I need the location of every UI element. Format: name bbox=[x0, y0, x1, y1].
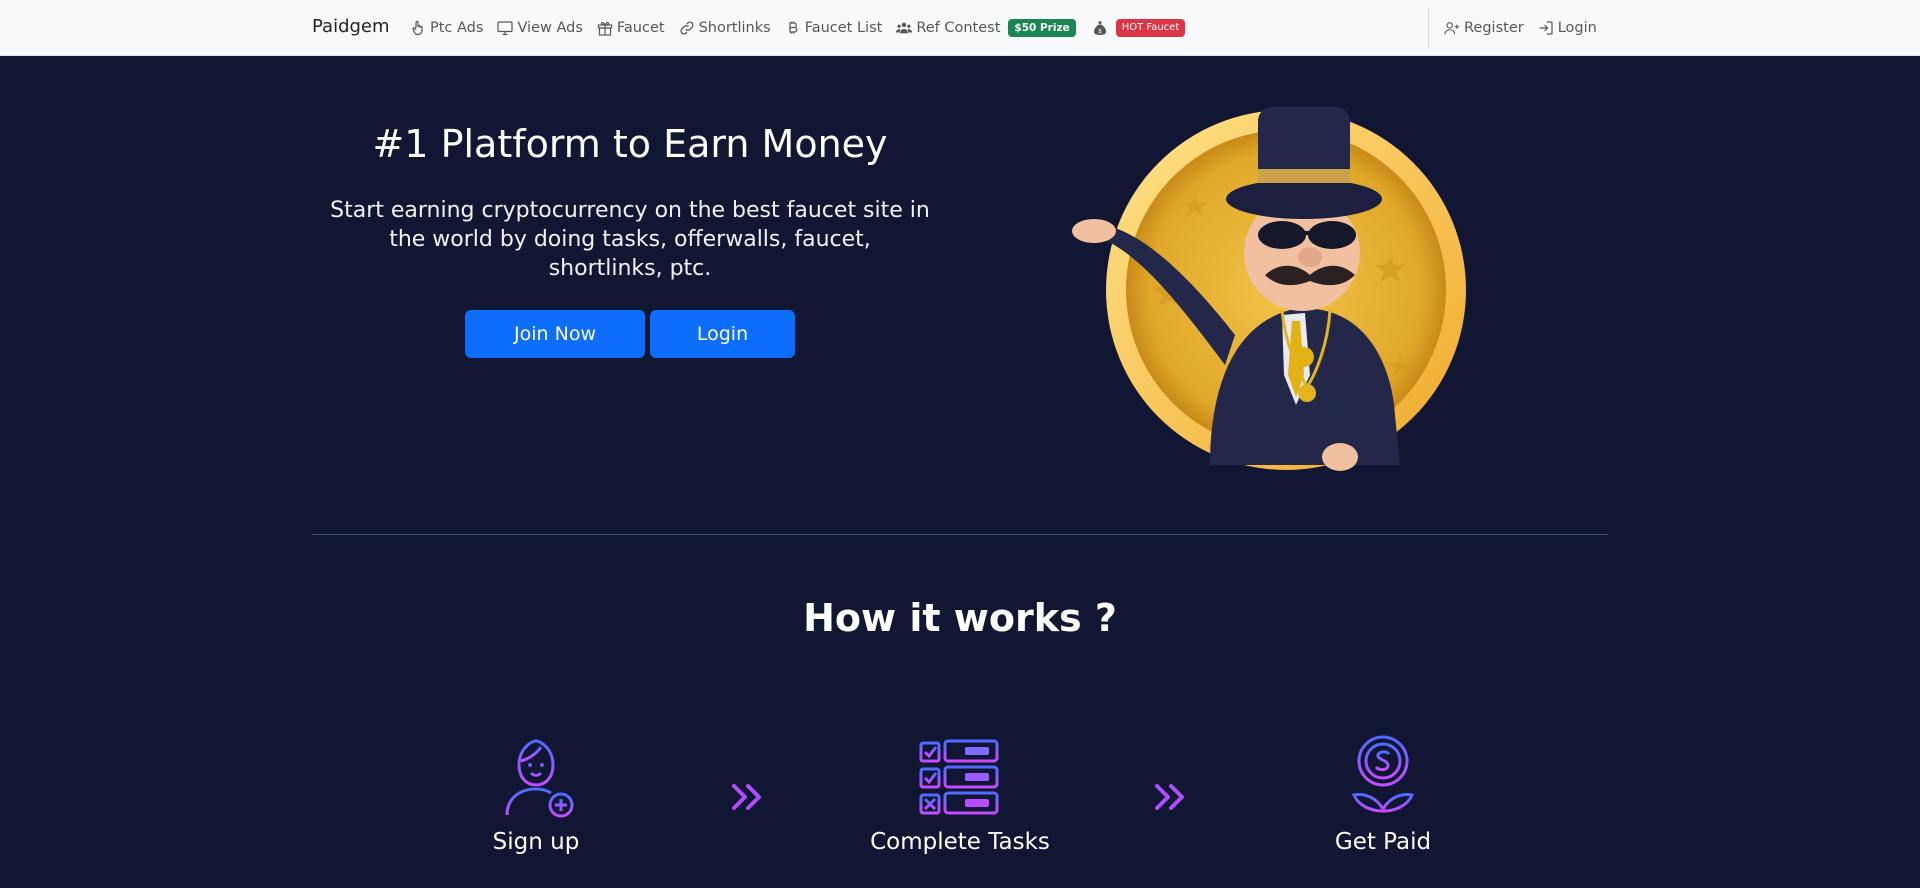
nav-main-links: Ptc Ads View Ads Faucet Shortlinks Fauce… bbox=[410, 0, 1186, 56]
step-get-paid-label: Get Paid bbox=[1334, 829, 1432, 855]
section-divider bbox=[312, 534, 1608, 535]
users-icon bbox=[896, 22, 913, 34]
nav-hot-faucet[interactable]: $ HOT Faucet bbox=[1092, 19, 1186, 37]
nav-ref-contest[interactable]: Ref Contest $50 Prize bbox=[896, 18, 1076, 38]
step-complete-tasks-label: Complete Tasks bbox=[870, 829, 1050, 855]
user-plus-icon bbox=[1444, 22, 1460, 35]
money-bag-icon: $ bbox=[1093, 21, 1106, 35]
nav-view-ads[interactable]: View Ads bbox=[497, 20, 583, 36]
hero-login-button[interactable]: Login bbox=[650, 310, 795, 358]
nav-faucet-list[interactable]: Faucet List bbox=[785, 20, 883, 36]
nav-ref-contest-label: Ref Contest bbox=[916, 20, 1001, 36]
prize-badge: $50 Prize bbox=[1008, 18, 1076, 38]
step-complete-tasks: Complete Tasks bbox=[830, 735, 1090, 855]
login-arrow-icon bbox=[1539, 21, 1553, 35]
nav-auth-links: Register Login bbox=[1444, 0, 1597, 56]
bitcoin-icon bbox=[789, 21, 798, 34]
user-plus-icon bbox=[505, 739, 574, 818]
svg-text:$: $ bbox=[1098, 28, 1102, 35]
nav-shortlinks[interactable]: Shortlinks bbox=[679, 20, 771, 36]
nav-faucet[interactable]: Faucet bbox=[597, 20, 665, 36]
how-it-works-title: How it works ? bbox=[803, 596, 1117, 640]
nav-register[interactable]: Register bbox=[1444, 20, 1524, 36]
nav-shortlinks-label: Shortlinks bbox=[698, 20, 771, 36]
link-icon bbox=[680, 21, 694, 35]
double-chevron-right-icon bbox=[732, 784, 761, 810]
hero-title: #1 Platform to Earn Money bbox=[372, 122, 888, 166]
nav-view-ads-label: View Ads bbox=[517, 20, 583, 36]
nav-ptc-ads[interactable]: Ptc Ads bbox=[410, 20, 483, 36]
nav-divider bbox=[1428, 8, 1429, 48]
step-sign-up: Sign up bbox=[406, 735, 666, 855]
hand-pointer-icon bbox=[412, 20, 423, 36]
nav-login[interactable]: Login bbox=[1538, 20, 1597, 36]
nav-login-label: Login bbox=[1557, 20, 1597, 36]
nav-faucet-list-label: Faucet List bbox=[804, 20, 883, 36]
step-sign-up-label: Sign up bbox=[492, 829, 580, 855]
hot-faucet-badge: HOT Faucet bbox=[1115, 19, 1186, 37]
dollar-coin-plant-icon bbox=[1351, 735, 1415, 817]
brand-logo[interactable]: Paidgem bbox=[312, 16, 390, 37]
monitor-icon bbox=[497, 21, 514, 36]
step-get-paid: Get Paid bbox=[1253, 735, 1513, 855]
hero-subtitle: Start earning cryptocurrency on the best… bbox=[330, 198, 930, 281]
join-now-button[interactable]: Join Now bbox=[465, 310, 645, 358]
nav-register-label: Register bbox=[1464, 20, 1524, 36]
nav-faucet-label: Faucet bbox=[616, 20, 665, 36]
mascot-illustration bbox=[1072, 107, 1466, 471]
nav-ptc-ads-label: Ptc Ads bbox=[430, 20, 484, 36]
task-list-icon bbox=[919, 739, 999, 815]
gift-icon bbox=[597, 21, 612, 36]
top-navbar: Paidgem Ptc Ads View Ads Faucet Shortlin… bbox=[0, 0, 1920, 56]
double-chevron-right-icon bbox=[1155, 784, 1184, 810]
